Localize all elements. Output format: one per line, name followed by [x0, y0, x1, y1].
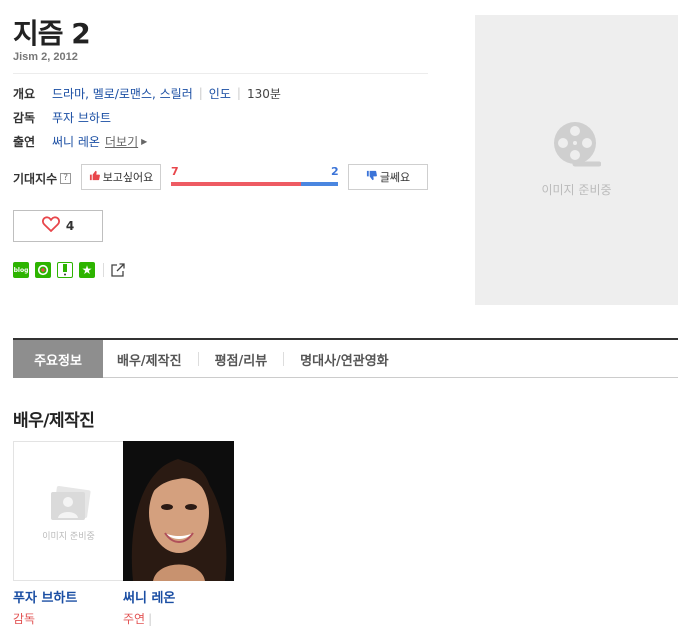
photo-placeholder-icon [49, 486, 93, 529]
want-to-see-label: 보고싶어요 [102, 171, 154, 184]
portrait-image [123, 441, 234, 581]
movie-title: 지즘 2 [13, 17, 91, 50]
person-role: 주연 | [123, 610, 234, 627]
divider: | [236, 86, 241, 100]
poster-placeholder: 이미지 준비중 [475, 15, 678, 305]
person-name[interactable]: 써니 레온 [123, 587, 234, 606]
cafe-share-icon[interactable] [35, 262, 51, 278]
heart-icon [41, 216, 60, 236]
director-row: 감독 푸자 브하트 [13, 108, 111, 126]
movie-subtitle: Jism 2, 2012 [13, 51, 78, 63]
person-name[interactable]: 푸자 브하트 [13, 587, 124, 606]
person-photo[interactable] [123, 441, 234, 581]
divider: | [148, 612, 153, 626]
film-reel-icon [553, 120, 602, 173]
blog-share-icon[interactable]: blog [13, 262, 29, 278]
overview-row: 개요 드라마, 멜로/로맨스, 스릴러 | 인도 | 130분 [13, 84, 281, 102]
crew-card[interactable]: 이미지 준비중 푸자 브하트 감독 [13, 441, 124, 627]
content-tabs: 주요정보 배우/제작진 평점/리뷰 명대사/연관영화 [13, 338, 678, 378]
genre-link[interactable]: 드라마, 멜로/로맨스, 스릴러 [52, 85, 193, 102]
thumbs-up-icon [89, 170, 100, 184]
section-title-cast-crew: 배우/제작진 [13, 411, 95, 431]
expectation-label-text: 기대지수 [13, 172, 58, 186]
expectation-bar [171, 182, 338, 186]
share-icon[interactable] [110, 262, 126, 278]
meh-count: 2 [331, 165, 339, 178]
share-bar: blog ★ [13, 262, 126, 278]
help-icon[interactable]: ? [60, 173, 72, 184]
overview-label: 개요 [13, 86, 36, 101]
cast-row: 출연 써니 레온 더보기 ▶ [13, 132, 147, 150]
more-link[interactable]: 더보기 [105, 133, 138, 150]
poster-placeholder-text: 이미지 준비중 [541, 183, 612, 197]
person-role: 감독 [13, 612, 36, 626]
bookmark-star-icon[interactable]: ★ [79, 262, 95, 278]
chevron-right-icon: ▶ [141, 136, 148, 146]
divider [13, 73, 428, 74]
tab-quotes-related[interactable]: 명대사/연관영화 [284, 340, 404, 378]
divider: | [198, 86, 203, 100]
photo-placeholder-text: 이미지 준비중 [42, 532, 95, 542]
divider [103, 263, 104, 277]
cast-link[interactable]: 써니 레온 [52, 133, 100, 150]
person-photo-placeholder[interactable]: 이미지 준비중 [13, 441, 124, 581]
thumbs-down-icon [366, 170, 377, 184]
want-count: 7 [171, 165, 179, 178]
person-role-text: 주연 [123, 612, 146, 626]
expectation-label: 기대지수 ? [13, 170, 72, 187]
director-label: 감독 [13, 110, 36, 125]
cast-label: 출연 [13, 134, 36, 149]
director-link[interactable]: 푸자 브하트 [52, 109, 111, 126]
tab-cast-crew[interactable]: 배우/제작진 [103, 340, 198, 378]
like-count: 4 [65, 219, 75, 233]
like-button[interactable]: 4 [13, 210, 103, 242]
tab-main-info[interactable]: 주요정보 [13, 340, 103, 378]
country-link[interactable]: 인도 [209, 85, 231, 102]
expectation-bar-fill [171, 182, 302, 186]
want-to-see-button[interactable]: 보고싶어요 [81, 164, 161, 190]
me-share-icon[interactable] [57, 262, 73, 278]
expectation-row: 기대지수 ? 보고싶어요 7 2 글쎄요 [13, 164, 428, 190]
meh-button[interactable]: 글쎄요 [348, 164, 428, 190]
tab-ratings-reviews[interactable]: 평점/리뷰 [199, 340, 284, 378]
runtime: 130분 [246, 86, 281, 101]
crew-card[interactable]: 써니 레온 주연 | [123, 441, 234, 627]
meh-label: 글쎄요 [379, 171, 411, 184]
